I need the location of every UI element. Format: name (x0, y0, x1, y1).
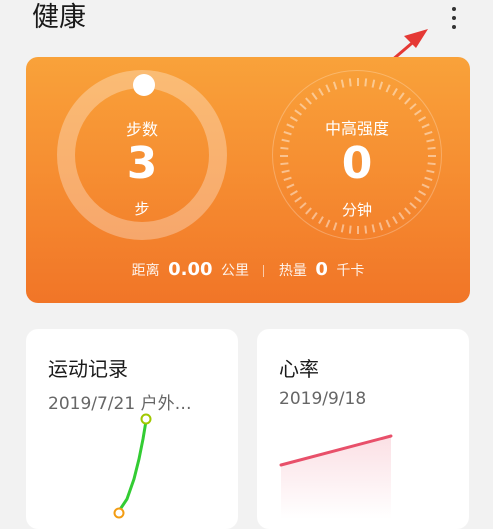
distance-value: 0.00 (168, 259, 213, 280)
intensity-tick (364, 78, 368, 87)
intensity-tick (364, 225, 368, 234)
intensity-unit: 分钟 (341, 201, 372, 219)
intensity-tick (340, 79, 345, 88)
intensity-tick (371, 224, 376, 233)
intensity-tick (332, 222, 338, 231)
more-dot (452, 16, 456, 20)
intensity-label: 中高强度 (324, 119, 389, 138)
workout-route-map (113, 413, 152, 519)
intensity-tick (348, 78, 352, 87)
more-vertical-icon (452, 7, 456, 11)
steps-unit: 步 (134, 200, 150, 218)
intensity-tick (404, 97, 411, 105)
intensity-tick (392, 87, 398, 96)
intensity-tick (378, 81, 384, 90)
steps-label: 步数 (125, 120, 158, 139)
intensity-tick (385, 219, 391, 228)
intensity-tick (311, 92, 318, 100)
intensity-tick (385, 84, 391, 93)
workout-record-card[interactable]: 运动记录 2019/7/21 户外… (26, 329, 238, 529)
calories-unit: 千卡 (336, 263, 365, 279)
intensity-tick (418, 190, 427, 196)
distance-label: 距离 (131, 263, 160, 279)
distance-unit: 公里 (220, 263, 249, 279)
heart-rate-card[interactable]: 心率 2019/9/18 (257, 329, 469, 529)
intensity-tick (289, 190, 298, 196)
steps-ring[interactable]: 步数 3 步 (57, 70, 227, 240)
intensity-tick (409, 103, 417, 110)
stats-row: 距离 0.00 公里 热量 0 千卡 (26, 259, 470, 280)
intensity-tick (325, 84, 331, 93)
intensity-tick (299, 103, 307, 110)
intensity-tick (378, 222, 384, 231)
intensity-tick (371, 79, 376, 88)
intensity-tick (348, 225, 352, 234)
intensity-tick (332, 81, 338, 90)
intensity-tick (325, 219, 331, 228)
intensity-ring[interactable]: 中高强度 0 分钟 (272, 70, 442, 240)
route-end-marker (113, 507, 125, 519)
intensity-value: 0 (341, 138, 373, 189)
daily-summary-card[interactable]: 步数 3 步 中高强度 0 分钟 距离 0.00 公里 热量 0 千卡 (26, 57, 470, 303)
page-title: 健康 (32, 2, 86, 33)
calories-label: 热量 (278, 263, 307, 279)
stats-divider (263, 265, 265, 277)
route-start-marker (140, 413, 152, 425)
steps-progress-knob (133, 74, 155, 96)
more-dot (452, 25, 456, 29)
intensity-tick (318, 87, 324, 96)
steps-value: 3 (126, 138, 158, 189)
calories-value: 0 (315, 259, 328, 280)
intensity-tick (305, 97, 312, 105)
more-menu-button[interactable] (436, 0, 472, 36)
intensity-tick (340, 224, 345, 233)
intensity-tick (398, 92, 405, 100)
heart-rate-sparkline (279, 434, 393, 519)
